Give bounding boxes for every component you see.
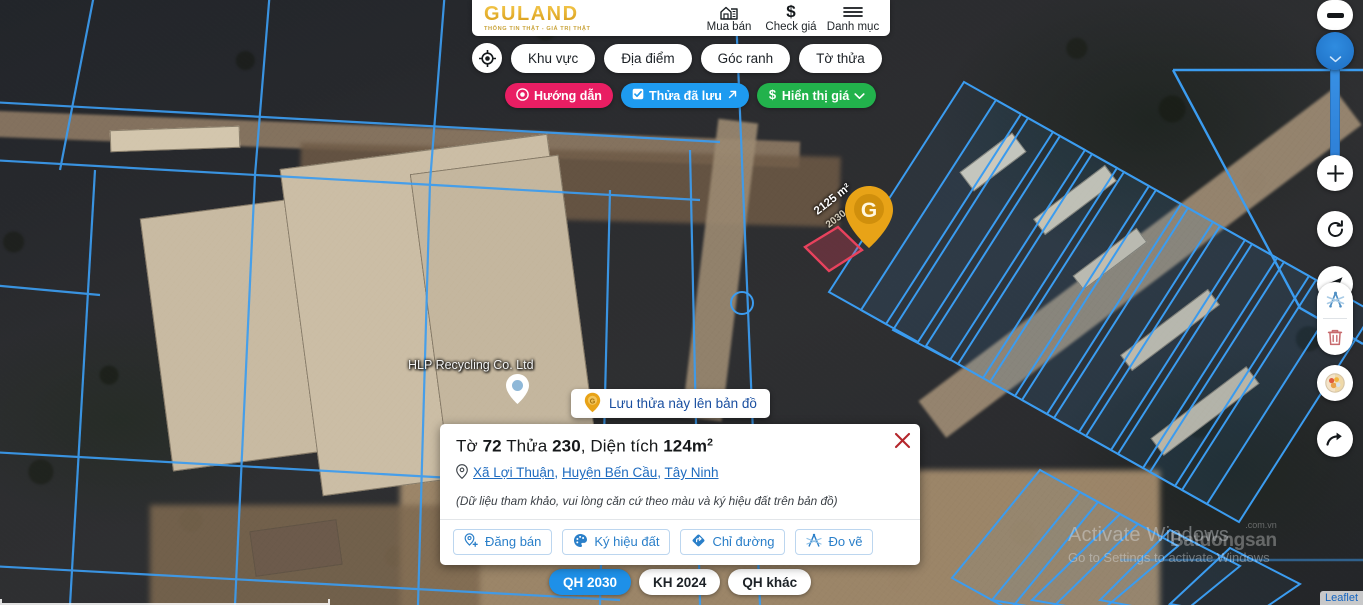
house-building-icon — [719, 4, 739, 20]
map-pin-save-icon: G — [584, 392, 601, 416]
parcel-area-unit: 2 — [707, 436, 714, 448]
action-do-ve[interactable]: Đo vẽ — [795, 528, 874, 555]
chevron-down-icon — [854, 89, 865, 103]
share-arrow-button[interactable] — [1317, 421, 1353, 457]
nav-item-label: Danh mục — [826, 20, 880, 33]
marker-letter: G — [861, 199, 877, 222]
zoom-slider[interactable] — [1316, 0, 1354, 175]
parcel-area: 124m — [663, 436, 708, 456]
parcel-number: 230 — [552, 436, 581, 456]
filter-khu-vuc[interactable]: Khu vực — [511, 43, 596, 73]
chip-label: Hướng dẫn — [534, 88, 602, 103]
parcel-marker-pin[interactable]: G — [845, 186, 893, 248]
nav-item-check-gia[interactable]: $ Check giá — [760, 3, 822, 33]
save-parcel-button[interactable]: G Lưu thửa này lên bản đồ — [571, 389, 770, 418]
map-application: HLP Recycling Co. Ltd 2125 m² 2030 m² G … — [0, 0, 1363, 605]
sep: , — [657, 465, 665, 481]
zoom-slider-thumb[interactable] — [1316, 32, 1354, 70]
map-extra-rail — [1317, 365, 1353, 457]
title-mid: Thửa — [501, 436, 553, 456]
sep: , — [554, 465, 562, 481]
action-label: Ký hiệu đất — [594, 534, 660, 550]
layer-tab-kh-2024[interactable]: KH 2024 — [639, 569, 721, 595]
svg-text:G: G — [590, 398, 596, 405]
palette-icon — [573, 533, 588, 551]
measure-compass-icon[interactable] — [1317, 282, 1353, 318]
dollar-icon: $ — [768, 87, 777, 104]
brand-logo-tagline: THÔNG TIN THẬT - GIÁ TRỊ THẬT — [484, 26, 591, 32]
nav-item-label: Mua bán — [706, 20, 752, 33]
map-scale-bar — [0, 599, 330, 605]
app-header: GULAND THÔNG TIN THẬT - GIÁ TRỊ THẬT Mua… — [472, 0, 890, 36]
nav-item-label: Check giá — [765, 20, 817, 33]
filter-goc-ranh[interactable]: Góc ranh — [700, 43, 791, 73]
hamburger-menu-icon — [843, 4, 863, 20]
svg-text:$: $ — [769, 88, 777, 101]
save-parcel-label: Lưu thửa này lên bản đồ — [609, 396, 757, 411]
parcel-info-card: Tờ 72 Thửa 230, Diện tích 124m2 Xã Lợi T… — [440, 424, 920, 565]
address-commune-link[interactable]: Xã Lợi Thuận — [473, 465, 554, 480]
layer-tab-bar: QH 2030 KH 2024 QH khác — [549, 569, 812, 595]
close-x-icon[interactable] — [892, 430, 912, 450]
parcel-disclaimer: (Dữ liệu tham khảo, vui lòng căn cứ theo… — [456, 493, 838, 508]
action-label: Đo vẽ — [828, 534, 863, 550]
filter-to-thua[interactable]: Tờ thửa — [799, 43, 882, 73]
minus-icon[interactable] — [1317, 0, 1353, 30]
guide-record-icon — [516, 87, 529, 104]
action-ky-hieu-dat[interactable]: Ký hiệu đất — [562, 528, 671, 555]
card-action-row: Đăng bán Ký hiệu đất Chỉ đường Đo vẽ — [440, 518, 920, 565]
chip-huong-dan[interactable]: Hướng dẫn — [505, 83, 613, 108]
pin-plus-icon — [464, 532, 479, 551]
map-control-rail — [1317, 155, 1353, 302]
action-label: Chỉ đường — [712, 534, 775, 550]
crosshair-target-icon[interactable] — [472, 43, 502, 73]
chip-label: Thửa đã lưu — [648, 88, 722, 103]
zoom-in-button[interactable] — [1317, 155, 1353, 191]
chip-thua-da-luu[interactable]: Thửa đã lưu — [620, 83, 749, 108]
poi-marker-dot[interactable] — [506, 374, 529, 404]
measure-tool-group — [1317, 282, 1353, 355]
sheet-number: 72 — [482, 436, 502, 456]
trash-icon[interactable] — [1317, 319, 1353, 355]
svg-text:$: $ — [786, 3, 796, 20]
layer-tab-qh-2030[interactable]: QH 2030 — [549, 569, 632, 595]
filter-dia-diem[interactable]: Địa điểm — [604, 43, 692, 73]
parcel-address: Xã Lợi Thuận, Huyện Bến Cầu, Tây Ninh — [456, 463, 904, 482]
address-line: Xã Lợi Thuận, Huyện Bến Cầu, Tây Ninh — [473, 465, 719, 480]
brand-logo[interactable]: GULAND THÔNG TIN THẬT - GIÁ TRỊ THẬT — [472, 4, 600, 32]
title-prefix: Tờ — [456, 436, 483, 456]
saved-check-icon — [632, 88, 644, 103]
action-chi-duong[interactable]: Chỉ đường — [680, 528, 786, 555]
color-palette-legend-button[interactable] — [1317, 365, 1353, 401]
nav-item-danh-muc[interactable]: Danh mục — [822, 4, 884, 33]
title-area-label: , Diện tích — [580, 436, 664, 456]
brand-logo-word: GULAND — [484, 4, 600, 24]
map-pin-icon — [456, 463, 468, 482]
action-label: Đăng bán — [485, 534, 542, 550]
layer-tab-qh-khac[interactable]: QH khác — [728, 569, 812, 595]
leaflet-attribution[interactable]: Leaflet — [1319, 591, 1363, 605]
refresh-button[interactable] — [1317, 211, 1353, 247]
nav-item-mua-ban[interactable]: Mua bán — [698, 4, 760, 33]
dollar-icon: $ — [783, 3, 799, 20]
action-dang-ban[interactable]: Đăng bán — [453, 528, 553, 555]
address-district-link[interactable]: Huyện Bến Cầu — [562, 465, 657, 480]
parcel-title: Tờ 72 Thửa 230, Diện tích 124m2 — [456, 436, 904, 457]
poi-label-hlp: HLP Recycling Co. Ltd — [408, 358, 534, 372]
filter-bar: Khu vực Địa điểm Góc ranh Tờ thửa — [472, 43, 882, 73]
chip-label: Hiển thị giá — [781, 88, 850, 103]
action-chip-bar: Hướng dẫn Thửa đã lưu $ Hiển thị giá — [505, 83, 877, 108]
directions-diamond-icon — [691, 533, 706, 551]
header-nav: Mua bán $ Check giá Danh mục — [698, 3, 890, 33]
chip-hien-thi-gia[interactable]: $ Hiển thị giá — [756, 83, 877, 108]
arrow-up-right-icon — [727, 89, 738, 103]
measure-compass-icon — [806, 533, 823, 551]
address-province-link[interactable]: Tây Ninh — [665, 465, 719, 480]
